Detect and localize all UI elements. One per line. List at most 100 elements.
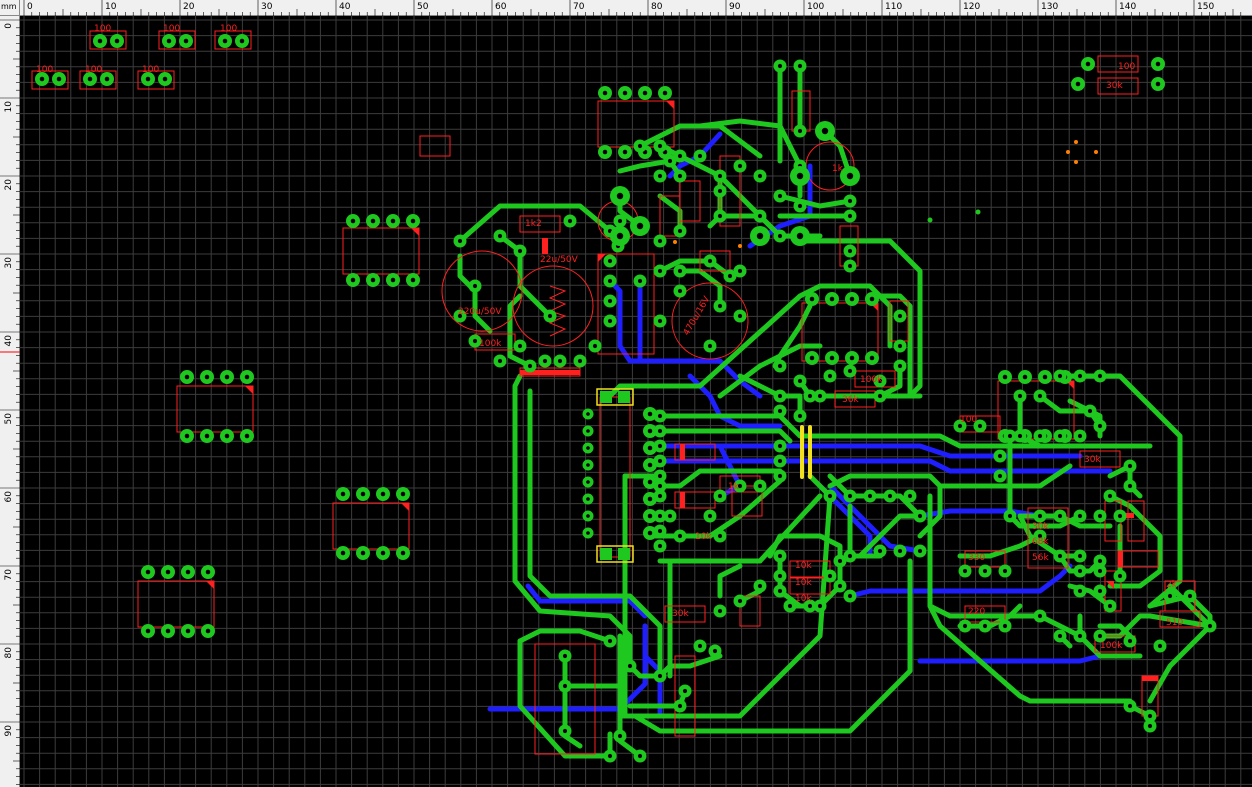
pad-hole bbox=[697, 643, 703, 649]
pad-hole bbox=[1207, 623, 1213, 629]
pad-hole bbox=[887, 493, 893, 499]
component-label: 100 bbox=[36, 65, 53, 75]
pad-hole bbox=[797, 413, 803, 419]
ruler-label: 40 bbox=[4, 335, 14, 347]
pad-hole bbox=[1155, 81, 1161, 87]
pad-hole bbox=[847, 553, 853, 559]
pad-hole bbox=[527, 363, 533, 369]
ruler-label: 50 bbox=[417, 2, 429, 12]
pad-hole bbox=[1037, 613, 1043, 619]
component-label: 10k bbox=[795, 594, 812, 604]
pad-hole bbox=[636, 222, 644, 230]
pad-hole bbox=[757, 583, 763, 589]
pad-hole bbox=[777, 233, 783, 239]
pad-hole bbox=[1037, 513, 1043, 519]
pad-hole bbox=[667, 513, 673, 519]
top-track[interactable] bbox=[647, 428, 793, 444]
pad-hole bbox=[1042, 374, 1048, 380]
pad-hole bbox=[962, 568, 968, 574]
pin1-marker bbox=[206, 581, 214, 589]
top-track[interactable] bbox=[717, 563, 743, 599]
pad-hole bbox=[797, 63, 803, 69]
pad-hole bbox=[849, 296, 855, 302]
pad-hole bbox=[796, 232, 804, 240]
connector-pad[interactable] bbox=[618, 391, 630, 403]
pad-hole bbox=[777, 63, 783, 69]
ruler-label: 90 bbox=[4, 725, 14, 737]
pad-hole bbox=[677, 173, 683, 179]
pad-hole bbox=[1097, 373, 1103, 379]
pad-hole bbox=[657, 428, 663, 434]
pad-hole bbox=[677, 268, 683, 274]
pad-hole bbox=[829, 296, 835, 302]
pad-hole bbox=[657, 473, 663, 479]
pad-hole bbox=[717, 213, 723, 219]
ic-outline bbox=[137, 580, 215, 628]
component-label: 1k bbox=[832, 164, 844, 174]
pad-hole bbox=[390, 218, 396, 224]
pad-hole bbox=[657, 413, 663, 419]
pad-hole bbox=[586, 497, 590, 501]
pad-hole bbox=[777, 573, 783, 579]
pin1-marker bbox=[245, 386, 253, 394]
green-markers bbox=[927, 209, 981, 223]
pad-hole bbox=[647, 496, 653, 502]
pad-hole bbox=[917, 513, 923, 519]
top-track[interactable] bbox=[517, 628, 613, 644]
pad-hole bbox=[1127, 483, 1133, 489]
pad-hole bbox=[847, 213, 853, 219]
connector-pad[interactable] bbox=[618, 548, 630, 560]
capacitor-band bbox=[542, 238, 548, 254]
diode-band bbox=[680, 444, 685, 460]
pad-hole bbox=[1037, 433, 1043, 439]
connector-pad[interactable] bbox=[600, 548, 612, 560]
pad-hole bbox=[1057, 553, 1063, 559]
ruler-label: 100 bbox=[807, 2, 824, 12]
pad-hole bbox=[777, 553, 783, 559]
pad-hole bbox=[410, 277, 416, 283]
pad-hole bbox=[847, 593, 853, 599]
pad-hole bbox=[1075, 81, 1081, 87]
pad-hole bbox=[1002, 623, 1008, 629]
pad-hole bbox=[982, 568, 988, 574]
pad-hole bbox=[222, 38, 228, 44]
pad-hole bbox=[162, 76, 168, 82]
pad-hole bbox=[657, 458, 663, 464]
pad-hole bbox=[757, 483, 763, 489]
top-track[interactable] bbox=[777, 193, 853, 209]
capacitor-outline bbox=[512, 265, 594, 347]
board-layout[interactable]: 100 100 100 100 100 100 100 30k 1k2 1k 100k 10k 10k 1… bbox=[20, 16, 1252, 787]
ruler-label: 60 bbox=[4, 491, 14, 503]
ruler-label: 80 bbox=[651, 2, 663, 12]
component-label: 100k bbox=[479, 339, 502, 349]
pad-hole bbox=[809, 355, 815, 361]
pad-hole bbox=[1007, 433, 1013, 439]
pad-hole bbox=[717, 173, 723, 179]
pad-hole bbox=[757, 173, 763, 179]
pad-hole bbox=[1107, 603, 1113, 609]
pad-hole bbox=[837, 558, 843, 564]
pad-hole bbox=[607, 278, 613, 284]
pad-hole bbox=[809, 296, 815, 302]
ruler-top[interactable]: 0 10 20 30 40 50 60 70 80 90 100 110 120 130 140 150 bbox=[20, 0, 1252, 16]
pad-hole bbox=[586, 412, 590, 416]
pcb-editor: mm 0 10 20 30 40 50 60 70 80 90 100 110 120 130 140 150… bbox=[0, 0, 1252, 787]
connector-pad[interactable] bbox=[600, 391, 612, 403]
pad-hole bbox=[1127, 638, 1133, 644]
pad-hole bbox=[617, 218, 623, 224]
pad-hole bbox=[707, 513, 713, 519]
pad-hole bbox=[827, 573, 833, 579]
pad-hole bbox=[224, 433, 230, 439]
pad-hole bbox=[757, 213, 763, 219]
pad-hole bbox=[877, 548, 883, 554]
pad-hole bbox=[622, 149, 628, 155]
bottom-track[interactable] bbox=[917, 653, 1103, 664]
ruler-left[interactable]: 0 10 20 30 40 50 60 70 80 90 bbox=[0, 16, 20, 787]
top-track[interactable] bbox=[697, 118, 803, 199]
pad-hole bbox=[1077, 553, 1083, 559]
pad-hole bbox=[717, 533, 723, 539]
pcb-canvas[interactable]: 100 100 100 100 100 100 100 30k 1k2 1k 100k 10k 10k 1… bbox=[20, 16, 1252, 787]
pad-hole bbox=[592, 343, 598, 349]
pad-hole bbox=[205, 628, 211, 634]
pad-hole bbox=[1077, 433, 1083, 439]
